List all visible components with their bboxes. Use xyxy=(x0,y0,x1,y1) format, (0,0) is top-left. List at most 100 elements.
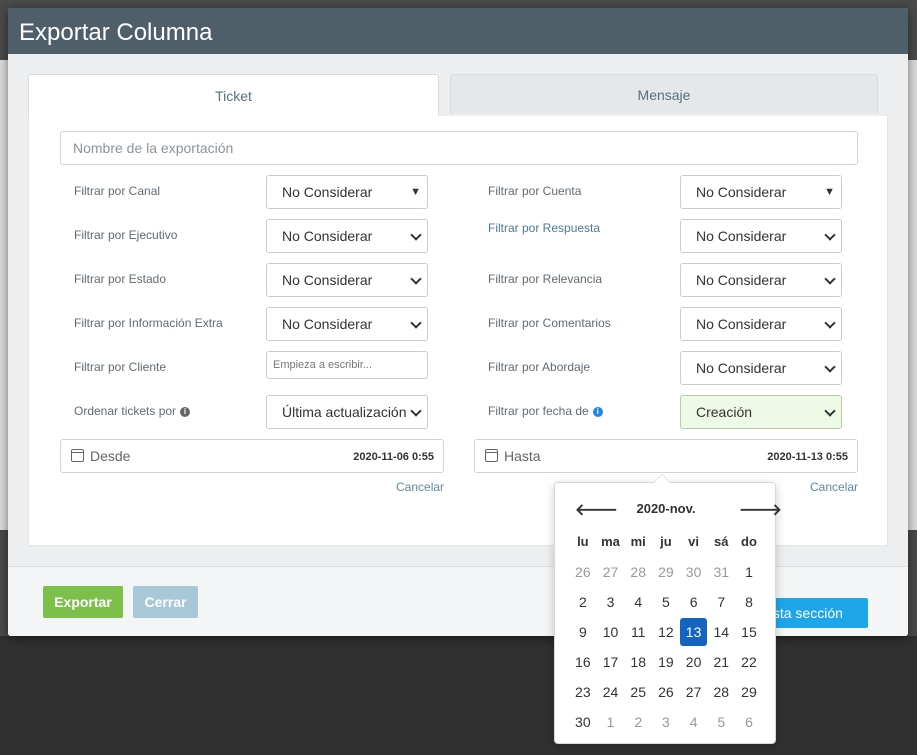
day-cell[interactable]: 12 xyxy=(652,617,680,647)
day-cell[interactable]: 6 xyxy=(735,707,763,737)
day-cell[interactable]: 4 xyxy=(680,707,708,737)
day-cell[interactable]: 7 xyxy=(707,587,735,617)
tab-mensaje[interactable]: Mensaje xyxy=(450,74,878,114)
weekday-label: ju xyxy=(660,534,672,549)
day-cell[interactable]: 5 xyxy=(707,707,735,737)
filter-respuesta-select[interactable]: No Considerar xyxy=(680,219,842,253)
day-cell[interactable]: 27 xyxy=(680,677,708,707)
filter-fecha-text: Filtrar por fecha de xyxy=(488,404,589,418)
date-from-field[interactable]: Desde 2020-11-06 0:55 xyxy=(60,439,444,473)
chevron-down-icon xyxy=(410,317,422,329)
filter-respuesta-label: Filtrar por Respuesta xyxy=(488,221,601,235)
filter-fecha-select[interactable]: Creación xyxy=(680,395,842,429)
selected-day-cell[interactable]: 13 xyxy=(679,618,708,646)
next-month-arrow-icon[interactable]: 🡒 xyxy=(739,499,782,520)
week-row: 30 1 2 3 4 5 6 xyxy=(569,707,763,737)
order-tickets-label: Ordenar tickets por i xyxy=(74,404,191,418)
day-cell[interactable]: 15 xyxy=(735,617,763,647)
day-cell[interactable]: 2 xyxy=(569,587,597,617)
filter-cuenta-label: Filtrar por Cuenta xyxy=(488,184,582,198)
day-cell[interactable]: 28 xyxy=(707,677,735,707)
filter-abordaje-value: No Considerar xyxy=(696,360,787,376)
day-cell[interactable]: 22 xyxy=(735,647,763,677)
chevron-down-icon xyxy=(824,273,836,285)
chevron-down-icon xyxy=(824,317,836,329)
day-cell[interactable]: 5 xyxy=(652,587,680,617)
caret-down-icon: ▼ xyxy=(410,186,421,198)
tab-ticket[interactable]: Ticket xyxy=(28,74,439,118)
day-cell[interactable]: 26 xyxy=(652,677,680,707)
filter-canal-select[interactable]: No Considerar ▼ xyxy=(266,175,428,209)
day-cell[interactable]: 10 xyxy=(597,617,625,647)
day-cell[interactable]: 29 xyxy=(652,557,680,587)
datepicker-grid: lu ma mi ju vi sá do 26 27 28 29 30 31 1 2 3 4 5 6 7 8 9 10 11… xyxy=(569,527,763,737)
day-cell[interactable]: 3 xyxy=(652,707,680,737)
filter-relevancia-value: No Considerar xyxy=(696,272,787,288)
date-from-cancel-link[interactable]: Cancelar xyxy=(396,480,444,494)
day-cell[interactable]: 17 xyxy=(597,647,625,677)
background-footer xyxy=(0,636,917,755)
day-cell[interactable]: 20 xyxy=(680,647,708,677)
day-cell[interactable]: 16 xyxy=(569,647,597,677)
day-cell[interactable]: 23 xyxy=(569,677,597,707)
calendar-icon xyxy=(71,449,84,462)
week-row: 9 10 11 12 13 14 15 xyxy=(569,617,763,647)
export-name-input[interactable]: Nombre de la exportación xyxy=(60,131,858,165)
day-cell[interactable]: 19 xyxy=(652,647,680,677)
filter-respuesta-value: No Considerar xyxy=(696,228,787,244)
weekday-label: mi xyxy=(630,534,646,549)
filter-relevancia-select[interactable]: No Considerar xyxy=(680,263,842,297)
modal-title: Exportar Columna xyxy=(8,8,908,54)
weekday-label: sá xyxy=(714,534,729,549)
filter-ejecutivo-value: No Considerar xyxy=(282,228,373,244)
day-cell[interactable]: 29 xyxy=(735,677,763,707)
filter-cuenta-value: No Considerar xyxy=(696,184,787,200)
filter-cuenta-select[interactable]: No Considerar ▼ xyxy=(680,175,842,209)
day-cell[interactable]: 30 xyxy=(569,707,597,737)
filter-cliente-label: Filtrar por Cliente xyxy=(74,360,167,374)
filter-estado-value: No Considerar xyxy=(282,272,373,288)
day-cell[interactable]: 31 xyxy=(707,557,735,587)
week-row: 26 27 28 29 30 31 1 xyxy=(569,557,763,587)
day-cell[interactable]: 6 xyxy=(680,587,708,617)
close-button[interactable]: Cerrar xyxy=(133,586,198,618)
filter-comentarios-select[interactable]: No Considerar xyxy=(680,307,842,341)
export-button[interactable]: Exportar xyxy=(43,586,123,618)
filter-ejecutivo-select[interactable]: No Considerar xyxy=(266,219,428,253)
date-to-value: 2020-11-13 0:55 xyxy=(767,451,848,463)
date-to-field[interactable]: Hasta 2020-11-13 0:55 xyxy=(474,439,858,473)
day-cell[interactable]: 3 xyxy=(597,587,625,617)
filter-info-extra-select[interactable]: No Considerar xyxy=(266,307,428,341)
date-to-cancel-link[interactable]: Cancelar xyxy=(810,480,858,494)
filter-estado-select[interactable]: No Considerar xyxy=(266,263,428,297)
filter-fecha-label: Filtrar por fecha de i xyxy=(488,404,603,418)
day-cell[interactable]: 21 xyxy=(707,647,735,677)
day-cell[interactable]: 4 xyxy=(624,587,652,617)
day-cell[interactable]: 9 xyxy=(569,617,597,647)
info-icon: i xyxy=(592,407,603,417)
day-cell[interactable]: 14 xyxy=(707,617,735,647)
filter-ejecutivo-label: Filtrar por Ejecutivo xyxy=(74,228,178,242)
order-tickets-select[interactable]: Última actualización xyxy=(266,395,428,429)
day-cell[interactable]: 1 xyxy=(597,707,625,737)
day-cell[interactable]: 30 xyxy=(680,557,708,587)
day-cell[interactable]: 28 xyxy=(624,557,652,587)
day-cell[interactable]: 25 xyxy=(624,677,652,707)
day-cell[interactable]: 11 xyxy=(624,617,652,647)
weekday-label: vi xyxy=(688,534,700,549)
order-tickets-value: Última actualización xyxy=(282,404,407,420)
order-tickets-text: Ordenar tickets por xyxy=(74,404,177,418)
weekday-label: ma xyxy=(601,534,620,549)
day-cell[interactable]: 27 xyxy=(597,557,625,587)
filter-abordaje-select[interactable]: No Considerar xyxy=(680,351,842,385)
chevron-down-icon xyxy=(824,405,836,417)
filter-cliente-input[interactable]: Empieza a escribir... xyxy=(266,351,428,379)
day-cell[interactable]: 26 xyxy=(569,557,597,587)
day-cell[interactable]: 2 xyxy=(624,707,652,737)
day-cell[interactable]: 1 xyxy=(735,557,763,587)
day-cell[interactable]: 8 xyxy=(735,587,763,617)
day-cell[interactable]: 24 xyxy=(597,677,625,707)
filter-comentarios-label: Filtrar por Comentarios xyxy=(488,316,611,330)
chevron-down-icon xyxy=(410,229,422,241)
day-cell[interactable]: 18 xyxy=(624,647,652,677)
